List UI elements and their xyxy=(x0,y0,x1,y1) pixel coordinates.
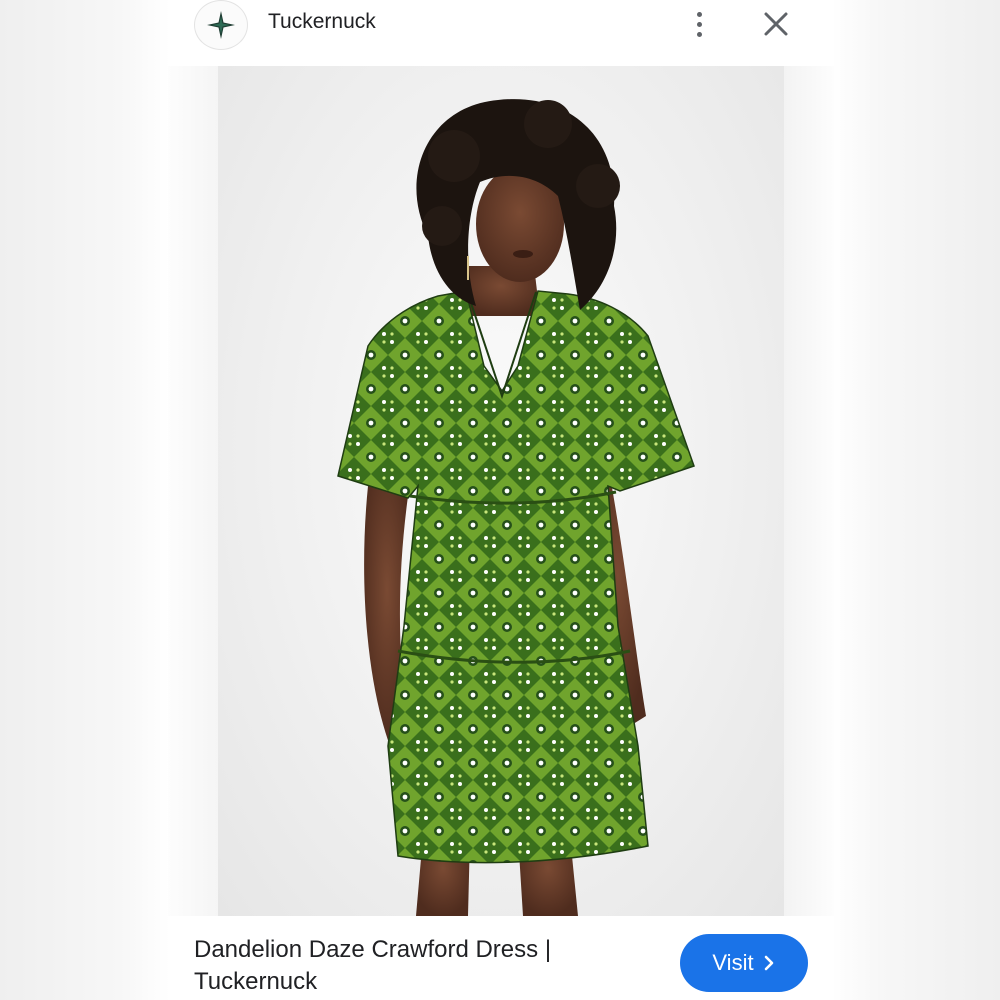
visit-button[interactable]: Visit xyxy=(680,934,808,992)
site-name[interactable]: Tuckernuck xyxy=(268,10,376,34)
model-lips xyxy=(513,250,533,258)
preview-header: Tuckernuck xyxy=(168,0,834,66)
chevron-right-icon xyxy=(764,955,773,971)
hair-curl xyxy=(576,164,620,208)
product-title[interactable]: Dandelion Daze Crawford Dress | Tuckernu… xyxy=(194,934,634,998)
more-vertical-icon-dot xyxy=(696,31,702,37)
hair-curl xyxy=(422,206,462,246)
hair-curl xyxy=(524,100,572,148)
more-vertical-icon xyxy=(696,11,702,17)
preview-footer: Dandelion Daze Crawford Dress | Tuckernu… xyxy=(168,916,834,1000)
more-options-button[interactable] xyxy=(684,6,714,42)
more-vertical-icon-dot xyxy=(696,21,702,27)
hair-curl xyxy=(428,130,480,182)
image-preview-card: Tuckernuck Dandelion Daze Crawford Dress… xyxy=(168,0,834,1000)
tuckernuck-star-logo-icon xyxy=(207,11,235,39)
site-logo[interactable] xyxy=(194,0,248,50)
image-backdrop-right xyxy=(784,66,834,916)
close-button[interactable] xyxy=(760,8,792,40)
image-backdrop-left xyxy=(168,66,218,916)
product-image[interactable] xyxy=(218,66,784,916)
model-in-dress-illustration xyxy=(337,99,695,916)
visit-label: Visit xyxy=(712,950,754,975)
close-icon xyxy=(764,12,788,36)
